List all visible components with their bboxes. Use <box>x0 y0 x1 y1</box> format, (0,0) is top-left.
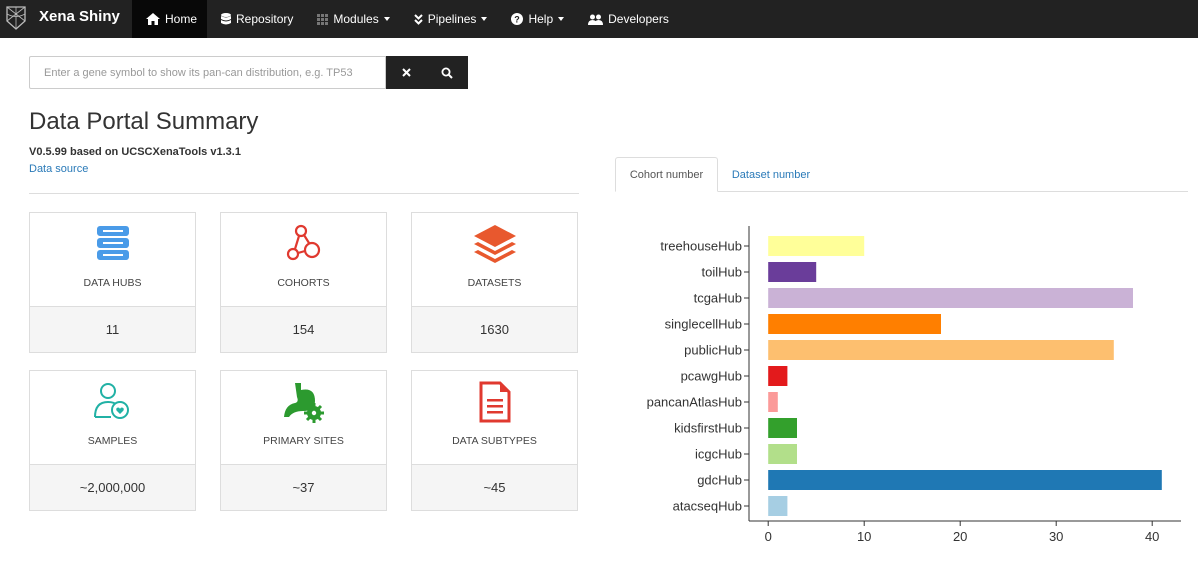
bar-singlecellHub[interactable] <box>768 314 941 334</box>
grid-icon <box>317 13 329 25</box>
brand-title[interactable]: Xena Shiny <box>39 8 120 25</box>
chart-tabs: Cohort number Dataset number <box>615 157 1188 192</box>
card-value: ~2,000,000 <box>30 464 195 510</box>
y-tick-label: publicHub <box>684 343 742 358</box>
card-data-subtypes: DATA SUBTYPES ~45 <box>411 370 578 511</box>
nav-help[interactable]: ? Help <box>497 0 574 38</box>
nav-modules[interactable]: Modules <box>303 0 399 38</box>
bar-toilHub[interactable] <box>768 262 817 282</box>
home-icon <box>146 13 160 25</box>
hub-bar-chart: treehouseHub toilHub tcgaHub singlecellHub p… <box>647 226 1181 544</box>
nav-modules-label: Modules <box>333 12 379 26</box>
card-primary-sites: PRIMARY SITES ~37 <box>220 370 387 511</box>
y-tick-label: icgcHub <box>695 447 742 462</box>
card-cohorts: COHORTS 154 <box>220 212 387 353</box>
nav-menu: Home Repository Modules Pipelines ? Help… <box>132 0 679 38</box>
card-value: ~45 <box>412 464 577 510</box>
layers-icon <box>473 225 516 263</box>
card-label: DATA HUBS <box>83 277 142 289</box>
y-tick-label: kidsfirstHub <box>674 421 742 436</box>
card-samples: SAMPLES ~2,000,000 <box>29 370 196 511</box>
nav-developers[interactable]: Developers <box>574 0 679 38</box>
chevron-down-icon <box>558 17 565 21</box>
database-icon <box>221 13 232 25</box>
chevron-down-icon <box>481 17 488 21</box>
close-icon <box>401 68 411 77</box>
server-stack-icon <box>96 226 129 260</box>
nav-home[interactable]: Home <box>132 0 208 38</box>
bar-atacseqHub[interactable] <box>768 496 788 516</box>
card-label: PRIMARY SITES <box>263 435 344 447</box>
bar-kidsfirstHub[interactable] <box>768 418 797 438</box>
card-data-hubs: DATA HUBS 11 <box>29 212 196 353</box>
bar-publicHub[interactable] <box>768 340 1114 360</box>
nav-pipelines-label: Pipelines <box>427 12 477 26</box>
svg-text:?: ? <box>515 15 521 25</box>
nav-home-label: Home <box>165 12 198 26</box>
search-button[interactable] <box>426 56 468 89</box>
chevron-down-icon <box>383 17 390 21</box>
bar-tcgaHub[interactable] <box>768 288 1133 308</box>
connected-nodes-icon <box>286 224 320 261</box>
card-label: DATA SUBTYPES <box>452 435 537 447</box>
nav-help-label: Help <box>528 12 554 26</box>
user-heart-icon <box>93 383 129 419</box>
y-tick-label: atacseqHub <box>673 499 742 514</box>
x-tick-label: 40 <box>1145 529 1159 544</box>
y-tick-label: gdcHub <box>697 473 742 488</box>
bar-gdcHub[interactable] <box>768 470 1162 490</box>
y-tick-label: tcgaHub <box>694 291 742 306</box>
nav-repository[interactable]: Repository <box>207 0 303 38</box>
x-tick-label: 0 <box>765 529 772 544</box>
version-text: V0.5.99 based on UCSCXenaTools v1.3.1 <box>29 146 241 158</box>
nav-repository-label: Repository <box>236 12 294 26</box>
stomach-gear-icon <box>283 383 324 423</box>
card-label: DATASETS <box>467 277 522 289</box>
x-tick-label: 30 <box>1049 529 1063 544</box>
card-datasets: DATASETS 1630 <box>411 212 578 353</box>
top-navbar: Xena Shiny Home Repository Modules Pipel… <box>0 0 1198 38</box>
gene-search-input[interactable] <box>29 56 386 89</box>
card-value: 1630 <box>412 306 577 352</box>
card-value: ~37 <box>221 464 386 510</box>
y-tick-label: pancanAtlasHub <box>647 395 742 410</box>
bar-treehouseHub[interactable] <box>768 236 865 256</box>
data-source-link[interactable]: Data source <box>29 163 88 175</box>
y-tick-label: toilHub <box>702 265 742 280</box>
card-label: SAMPLES <box>87 435 138 447</box>
bar-icgcHub[interactable] <box>768 444 797 464</box>
tab-dataset-number[interactable]: Dataset number <box>719 157 823 192</box>
page-title: Data Portal Summary <box>29 108 259 135</box>
nav-developers-label: Developers <box>608 12 669 26</box>
x-tick-label: 20 <box>953 529 967 544</box>
tab-cohort-number[interactable]: Cohort number <box>615 157 718 192</box>
y-tick-label: treehouseHub <box>660 239 742 254</box>
bar-pcawgHub[interactable] <box>768 366 788 386</box>
search-icon <box>441 67 453 79</box>
xena-logo-icon[interactable] <box>4 5 28 31</box>
card-value: 154 <box>221 306 386 352</box>
nav-pipelines[interactable]: Pipelines <box>400 0 498 38</box>
x-tick-label: 10 <box>857 529 871 544</box>
question-circle-icon: ? <box>511 13 524 25</box>
bar-pancanAtlasHub[interactable] <box>768 392 778 412</box>
y-tick-label: pcawgHub <box>681 369 742 384</box>
divider <box>29 193 579 194</box>
clear-button[interactable] <box>386 56 426 89</box>
card-label: COHORTS <box>277 277 330 289</box>
y-tick-label: singlecellHub <box>665 317 742 332</box>
document-icon <box>479 381 510 423</box>
users-icon <box>588 14 604 25</box>
angle-double-down-icon <box>414 13 423 25</box>
card-value: 11 <box>30 306 195 352</box>
